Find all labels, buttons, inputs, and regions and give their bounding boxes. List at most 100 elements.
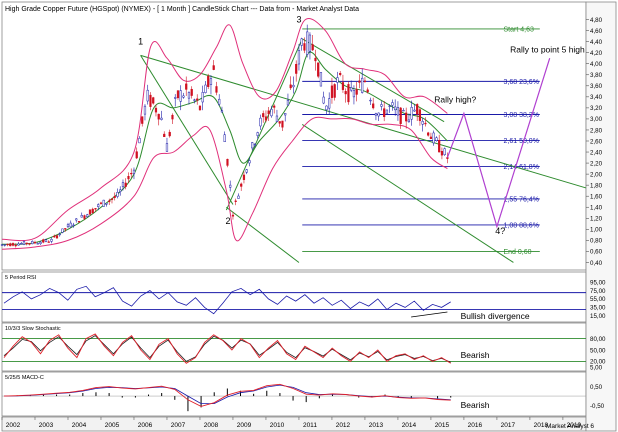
candle-body <box>176 90 180 99</box>
candle-body <box>418 109 422 121</box>
x-tick-label: 2012 <box>336 422 351 429</box>
price-annotation: Rally to point 5 high <box>510 45 585 55</box>
candle-body <box>319 72 323 87</box>
macd-annotation: Bearish <box>461 400 490 410</box>
candle-body <box>295 63 298 74</box>
candle-body <box>127 176 130 180</box>
candle-body <box>28 243 31 245</box>
candle-body <box>86 214 89 217</box>
candle-body <box>14 244 17 247</box>
candle-body <box>22 241 26 245</box>
candle-body <box>262 113 265 118</box>
stochastic-ytick-label: 50,00 <box>590 347 606 354</box>
candle-body <box>17 243 20 246</box>
rsi-annotation: Bullish divergence <box>461 311 530 321</box>
candle-body <box>421 120 424 125</box>
macd-panel-frame <box>1 371 587 417</box>
x-tick-label: 2007 <box>171 422 186 429</box>
candle-body <box>253 143 257 146</box>
candle-body <box>83 215 86 219</box>
candle-body <box>69 222 72 228</box>
candle-body <box>377 112 380 117</box>
candle-body <box>31 240 34 245</box>
candle-body <box>146 89 149 102</box>
candle-body <box>215 86 218 93</box>
price-ytick-label: 1,00 <box>590 227 603 234</box>
fib-level-label: 2,61 50,0% <box>504 138 539 145</box>
candle-body <box>94 208 97 210</box>
candle-body <box>20 243 23 245</box>
candle-body <box>399 107 402 124</box>
candle-body <box>207 75 210 87</box>
x-tick-label: 2002 <box>6 422 21 429</box>
candle-body <box>407 119 411 123</box>
candle-body <box>165 143 169 152</box>
candle-body <box>226 158 229 166</box>
candle-body <box>58 233 61 236</box>
candle-body <box>88 209 92 215</box>
candle-body <box>402 110 405 112</box>
price-ytick-label: 4,20 <box>590 50 603 57</box>
candle-body <box>317 62 320 77</box>
candle-body <box>281 120 284 128</box>
candle-body <box>385 109 389 115</box>
candle-body <box>80 215 83 218</box>
candle-body <box>405 112 408 122</box>
price-ytick-label: 2,40 <box>590 149 603 156</box>
macd-ytick-label: 0,50 <box>590 384 603 391</box>
candle-body <box>124 182 127 187</box>
candle-body <box>218 98 221 105</box>
candle-body <box>204 84 207 93</box>
candle-body <box>286 99 290 106</box>
x-tick-label: 2016 <box>468 422 483 429</box>
macd-title: 5/25/5 MACD-C <box>5 375 44 381</box>
candle-body <box>341 82 345 90</box>
candle-body <box>380 104 383 107</box>
price-ytick-label: 4,00 <box>590 61 603 68</box>
candle-body <box>358 80 361 83</box>
candle-body <box>182 95 185 98</box>
candle-body <box>201 92 204 103</box>
stochastic-title: 10/3/3 Slow Stochastic <box>5 326 61 332</box>
candle-body <box>138 138 141 144</box>
candle-body <box>42 239 45 243</box>
candle-body <box>47 241 50 243</box>
candle-body <box>141 116 144 124</box>
candle-body <box>212 65 215 70</box>
stochastic-annotation: Bearish <box>461 350 490 360</box>
candle-body <box>168 131 171 137</box>
candle-body <box>264 116 268 121</box>
candle-body <box>209 78 213 85</box>
candle-body <box>443 148 446 156</box>
candle-body <box>297 50 301 65</box>
candle-body <box>322 96 325 104</box>
candle-body <box>185 83 188 90</box>
candle-body <box>99 202 103 204</box>
candle-body <box>220 110 224 113</box>
candle-body <box>251 142 254 149</box>
rsi-ytick-label: 95,00 <box>590 279 606 286</box>
x-axis-frame <box>1 416 587 432</box>
candle-body <box>308 34 312 52</box>
price-ytick-label: 3,60 <box>590 83 603 90</box>
x-tick-label: 2014 <box>402 422 417 429</box>
candle-body <box>438 140 441 153</box>
macd-ytick-label: -0,50 <box>590 403 605 410</box>
price-ytick-label: 3,00 <box>590 116 603 123</box>
candle-body <box>311 44 314 51</box>
price-ytick-label: 4,40 <box>590 39 603 46</box>
candle-body <box>374 113 378 116</box>
candle-body <box>132 169 136 174</box>
candle-body <box>300 38 303 46</box>
price-ytick-label: 1,20 <box>590 216 603 223</box>
chart-title: High Grade Copper Future (HGSpot) (NYMEX… <box>5 6 359 13</box>
candle-body <box>429 136 433 140</box>
candle-body <box>50 239 53 242</box>
candle-body <box>396 106 400 116</box>
candle-body <box>130 172 133 175</box>
candle-body <box>435 137 438 141</box>
price-ytick-label: 1,40 <box>590 205 603 212</box>
price-annotation: 3 <box>296 14 301 24</box>
candle-body <box>119 189 122 192</box>
candle-body <box>259 117 262 127</box>
